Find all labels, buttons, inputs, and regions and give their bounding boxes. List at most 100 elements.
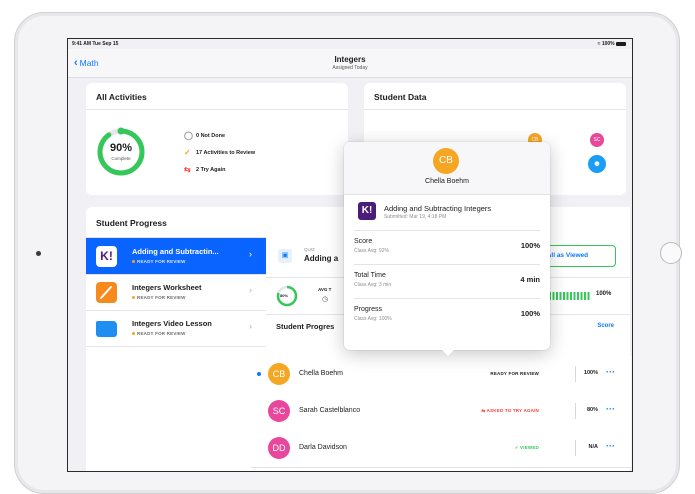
student-score: 80% — [586, 407, 598, 413]
panel-title: Student Progress — [96, 218, 167, 228]
activity-name: Integers Worksheet — [132, 283, 202, 292]
metric-class-avg: Class Avg: 3 min — [354, 282, 392, 288]
metric-class-avg: Class Avg: 92% — [354, 248, 389, 254]
completion-ring: 90% Complete — [96, 127, 146, 177]
metric-label: Total Time — [354, 272, 386, 279]
popover-student-name: Chella Boehm — [425, 178, 469, 185]
student-score: 100% — [583, 370, 598, 376]
activity-status: READY FOR REVIEW — [132, 259, 186, 264]
student-progress-panel: Student Progress K! Adding and Subtracti… — [86, 207, 266, 471]
activity-name: Adding and Subtractin... — [132, 247, 219, 256]
student-name: Darla Davidson — [299, 444, 347, 451]
student-score: N/A — [588, 444, 598, 450]
ring-check-icon — [117, 127, 125, 135]
avatar: CB — [268, 363, 290, 385]
card-title: Student Data — [374, 92, 427, 102]
divider — [575, 403, 576, 419]
table-row[interactable]: DD Darla Davidson ✓ VIEWED N/A ··· — [251, 430, 631, 468]
table-row[interactable]: CB Chella Boehm READY FOR REVIEW 100% ··… — [251, 356, 631, 394]
status-time: 9:41 AM Tue Sep 15 — [72, 41, 119, 47]
image-icon: ▣ — [278, 249, 292, 263]
student-name: Chella Boehm — [299, 370, 343, 377]
divider — [86, 109, 348, 110]
checkmark-icon: ✓ — [514, 445, 519, 450]
more-icon[interactable]: ··· — [606, 441, 615, 451]
activity-status: READY FOR REVIEW — [132, 295, 186, 300]
stat-text: 0 Not Done — [196, 132, 226, 139]
more-icon[interactable]: ··· — [606, 367, 615, 377]
avatar[interactable]: SC — [590, 133, 604, 147]
battery-indicator: ≈ 100% — [598, 41, 626, 47]
stat-not-done[interactable]: ◯ 0 Not Done — [184, 131, 225, 140]
status-badge: ✓ VIEWED — [515, 445, 539, 451]
status-text: READY FOR REVIEW — [137, 295, 186, 300]
clock-icon: ◷ — [322, 296, 329, 303]
table-row[interactable]: SC Sarah Castelblanco ⇆ ASKED TO TRY AGA… — [251, 393, 631, 431]
pages-icon — [96, 282, 117, 303]
home-button[interactable] — [660, 242, 682, 264]
progress-bar-pct: 100% — [596, 291, 612, 297]
status-dot — [132, 332, 135, 336]
metric-value: 100% — [520, 309, 540, 318]
activity-name: Integers Video Lesson — [132, 319, 212, 328]
front-camera — [36, 251, 41, 256]
activity-status: READY FOR REVIEW — [132, 331, 186, 336]
student-name: Sarah Castelblanco — [299, 407, 361, 414]
metric-class-avg: Class Avg: 100% — [354, 316, 392, 322]
not-done-icon: ◯ — [184, 131, 193, 140]
status-dot — [132, 296, 135, 300]
stat-text: 2 Try Again — [196, 166, 226, 173]
quiz-title: Adding a — [304, 254, 339, 263]
stat-to-review[interactable]: ✓ 17 Activities to Review — [184, 148, 255, 157]
checkmark-icon: ✓ — [184, 148, 191, 157]
activity-item-worksheet[interactable]: Integers Worksheet READY FOR REVIEW › — [86, 274, 266, 311]
retry-icon: ⇆ — [481, 408, 486, 413]
status-text: READY FOR REVIEW — [137, 259, 186, 264]
status-badge: READY FOR REVIEW — [490, 371, 539, 376]
popover-arrow — [440, 348, 456, 356]
card-title: All Activities — [96, 92, 147, 102]
folder-icon — [96, 321, 117, 337]
avatar: SC — [268, 400, 290, 422]
mini-progress-pct: 80% — [280, 293, 289, 298]
metric-progress: Progress Class Avg: 100% 100% — [354, 298, 540, 333]
popover-activity-submitted: Submitted: Mar 19, 4:18 PM — [384, 214, 447, 220]
popover-header: CB Chella Boehm — [344, 142, 550, 195]
student-progress-title: Student Progres — [276, 322, 335, 331]
stat-try-again[interactable]: ⇆ 2 Try Again — [184, 165, 225, 174]
kahoot-icon: K! — [358, 202, 376, 220]
chevron-right-icon: › — [249, 285, 252, 295]
app-screen: 9:41 AM Tue Sep 15 ≈ 100% ‹ Math Integers… — [67, 38, 633, 472]
wifi-icon: ≈ — [597, 41, 601, 47]
status-badge: ⇆ ASKED TO TRY AGAIN — [481, 408, 539, 414]
status-dot — [132, 260, 135, 264]
status-text: READY FOR REVIEW — [137, 331, 186, 336]
group-icon[interactable]: ☻ — [588, 155, 606, 173]
status-bar: 9:41 AM Tue Sep 15 ≈ 100% — [68, 39, 632, 49]
avg-time-label: AVG T — [318, 287, 332, 292]
page-subtitle: Assigned Today — [332, 65, 368, 71]
more-icon[interactable]: ··· — [606, 404, 615, 414]
student-popover: CB Chella Boehm K! Adding and Subtractin… — [344, 142, 550, 356]
avatar: CB — [433, 148, 459, 174]
retry-icon: ⇆ — [184, 165, 191, 174]
metric-label: Score — [354, 238, 373, 245]
page-title: Integers — [334, 55, 366, 64]
divider — [575, 366, 576, 382]
metric-total-time: Total Time Class Avg: 3 min 4 min — [354, 264, 540, 299]
activity-item-video-lesson[interactable]: Integers Video Lesson READY FOR REVIEW › — [86, 310, 266, 347]
status-text: VIEWED — [520, 445, 539, 450]
divider — [575, 440, 576, 456]
chevron-right-icon: › — [249, 321, 252, 331]
unread-dot — [257, 372, 261, 376]
activity-item-adding-subtracting[interactable]: K! Adding and Subtractin... READY FOR RE… — [86, 238, 266, 275]
battery-icon — [616, 41, 626, 46]
metric-score: Score Class Avg: 92% 100% — [354, 230, 540, 265]
navigation-bar: ‹ Math Integers Assigned Today — [68, 49, 632, 78]
complete-percent: 90% — [109, 142, 133, 154]
metric-label: Progress — [354, 306, 383, 313]
stat-text: 17 Activities to Review — [196, 149, 256, 156]
metric-value: 4 min — [520, 275, 540, 284]
quiz-tag: QUIZ — [304, 247, 315, 252]
score-sort-button[interactable]: Score — [597, 323, 614, 329]
